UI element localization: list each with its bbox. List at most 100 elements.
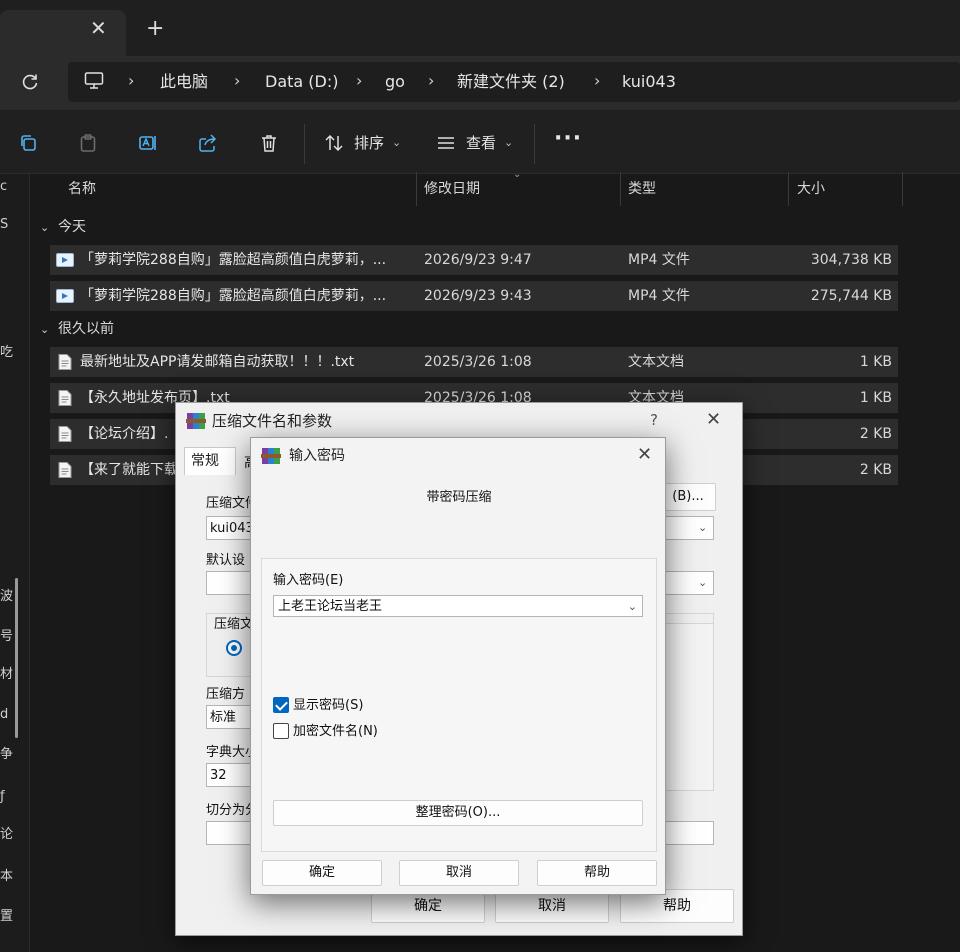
chevron-down-icon[interactable]: ⌄ — [698, 576, 707, 589]
file-size: 275,744 KB — [810, 288, 892, 304]
default-profile-label: 默认设 — [206, 553, 246, 568]
file-name: 【论坛介绍】. — [80, 426, 169, 442]
organize-passwords-button[interactable]: 整理密码(O)... — [273, 800, 643, 826]
chevron-down-icon: ⌄ — [40, 323, 50, 336]
breadcrumb-separator[interactable]: › — [234, 72, 240, 90]
nav-item-label[interactable]: 争 — [0, 748, 13, 762]
column-divider[interactable] — [788, 172, 789, 206]
column-header-type[interactable]: 类型 — [628, 181, 656, 197]
file-size: 1 KB — [859, 354, 892, 370]
file-modified: 2026/9/23 9:43 — [424, 288, 532, 304]
breadcrumb-item-new-folder[interactable]: 新建文件夹 (2) — [457, 73, 565, 91]
compression-method-label: 压缩方 — [206, 687, 246, 702]
help-icon[interactable]: ? — [650, 411, 658, 429]
group-label: 很久以前 — [58, 321, 114, 337]
dialog-heading: 带密码压缩 — [426, 490, 492, 505]
sort-icon[interactable] — [324, 133, 344, 153]
chevron-down-icon[interactable]: ⌄ — [698, 521, 707, 534]
dialog-title: 压缩文件名和参数 — [212, 412, 333, 430]
breadcrumb-separator[interactable]: › — [594, 72, 600, 90]
close-icon[interactable]: ✕ — [637, 444, 652, 465]
computer-icon[interactable] — [84, 72, 104, 90]
column-divider[interactable] — [902, 172, 903, 206]
password-input[interactable]: 上老王论坛当老王 ⌄ — [273, 595, 643, 617]
file-modified: 2026/9/23 9:47 — [424, 252, 532, 268]
breadcrumb-separator[interactable]: › — [128, 72, 134, 90]
nav-item-label[interactable]: 置 — [0, 910, 13, 924]
group-header-long-ago[interactable]: ⌄ 很久以前 — [40, 321, 114, 338]
column-divider[interactable] — [416, 172, 417, 206]
file-size: 2 KB — [859, 462, 892, 478]
chevron-down-icon[interactable]: ⌄ — [628, 599, 637, 614]
nav-item-label[interactable]: d — [0, 708, 8, 722]
format-radio[interactable] — [226, 640, 242, 656]
toolbar-separator — [304, 124, 305, 164]
nav-item-label[interactable]: 论 — [0, 828, 13, 842]
close-icon[interactable]: ✕ — [706, 409, 721, 430]
nav-item-label[interactable]: 本 — [0, 870, 13, 884]
file-name: 【来了就能下载 — [80, 462, 178, 478]
share-icon[interactable] — [198, 133, 218, 153]
tab-general[interactable]: 常规 — [184, 447, 236, 475]
nav-item-label[interactable]: c — [0, 180, 7, 194]
chevron-down-icon[interactable]: ⌄ — [392, 134, 401, 152]
encrypt-file-names-label[interactable]: 加密文件名(N) — [293, 724, 378, 739]
sort-indicator-icon: ⌄ — [513, 169, 522, 180]
nav-item-label[interactable]: 号 — [0, 630, 13, 644]
archive-format-label: 压缩文 — [214, 617, 254, 632]
text-file-icon — [58, 354, 72, 370]
show-password-checkbox[interactable] — [273, 697, 289, 713]
tab-strip — [0, 0, 960, 56]
ok-button[interactable]: 确定 — [262, 860, 382, 886]
paste-icon[interactable] — [78, 133, 98, 153]
chevron-down-icon[interactable]: ⌄ — [504, 134, 513, 152]
file-type: MP4 文件 — [628, 288, 690, 304]
file-name: 「萝莉学院288自购」露脸超高颜值白虎萝莉，... — [80, 252, 387, 268]
dialog-title: 输入密码 — [289, 448, 345, 464]
delete-icon[interactable] — [259, 133, 279, 153]
column-header-name[interactable]: 名称 — [68, 181, 96, 197]
group-header-today[interactable]: ⌄ 今天 — [40, 219, 86, 236]
breadcrumb-separator[interactable]: › — [356, 72, 362, 90]
breadcrumb-item-data-drive[interactable]: Data (D:) — [265, 73, 338, 91]
text-file-icon — [58, 462, 72, 478]
encrypt-file-names-checkbox[interactable] — [273, 723, 289, 739]
refresh-icon[interactable] — [20, 72, 40, 92]
view-button[interactable]: 查看 — [466, 134, 496, 152]
file-size: 1 KB — [859, 390, 892, 406]
browse-button[interactable]: (B)... — [660, 483, 716, 511]
file-row[interactable]: 最新地址及APP请发邮箱自动获取！！！.txt 2025/3/26 1:08 文… — [50, 347, 898, 377]
nav-item-label[interactable]: 波 — [0, 590, 13, 604]
more-options-button[interactable]: ··· — [554, 128, 582, 150]
nav-item-label[interactable]: S — [0, 218, 8, 232]
toolbar-separator — [534, 124, 535, 164]
tab-close-button[interactable]: ✕ — [90, 18, 107, 38]
column-divider[interactable] — [620, 172, 621, 206]
winrar-icon — [261, 448, 281, 464]
nav-item-label[interactable]: 吃 — [0, 346, 13, 360]
password-label: 输入密码(E) — [273, 573, 344, 588]
copy-icon[interactable] — [18, 133, 38, 153]
file-row[interactable]: 「萝莉学院288自购」露脸超高颜值白虎萝莉，... 2026/9/23 9:47… — [50, 245, 898, 275]
column-header-size[interactable]: 大小 — [797, 181, 825, 197]
breadcrumb-separator[interactable]: › — [428, 72, 434, 90]
tab-active[interactable] — [0, 10, 126, 56]
file-row[interactable]: 「萝莉学院288自购」露脸超高颜值白虎萝莉，... 2026/9/23 9:43… — [50, 281, 898, 311]
file-type: MP4 文件 — [628, 252, 690, 268]
breadcrumb-item-this-pc[interactable]: 此电脑 — [160, 73, 208, 91]
nav-scrollbar[interactable] — [15, 578, 18, 738]
text-file-icon — [58, 390, 72, 406]
nav-item-label[interactable]: ƒ — [0, 790, 5, 804]
nav-item-label[interactable]: 材 — [0, 668, 13, 682]
new-tab-button[interactable]: + — [146, 18, 164, 40]
rename-icon[interactable] — [138, 133, 158, 153]
show-password-label[interactable]: 显示密码(S) — [293, 698, 363, 713]
view-icon[interactable] — [436, 133, 456, 153]
breadcrumb-item-kui043[interactable]: kui043 — [622, 73, 676, 91]
column-header-modified[interactable]: 修改日期 — [424, 181, 480, 197]
help-button[interactable]: 帮助 — [537, 860, 657, 886]
breadcrumb-item-go[interactable]: go — [385, 73, 405, 91]
cancel-button[interactable]: 取消 — [399, 860, 519, 886]
chevron-down-icon: ⌄ — [40, 221, 50, 234]
sort-button[interactable]: 排序 — [354, 134, 384, 152]
